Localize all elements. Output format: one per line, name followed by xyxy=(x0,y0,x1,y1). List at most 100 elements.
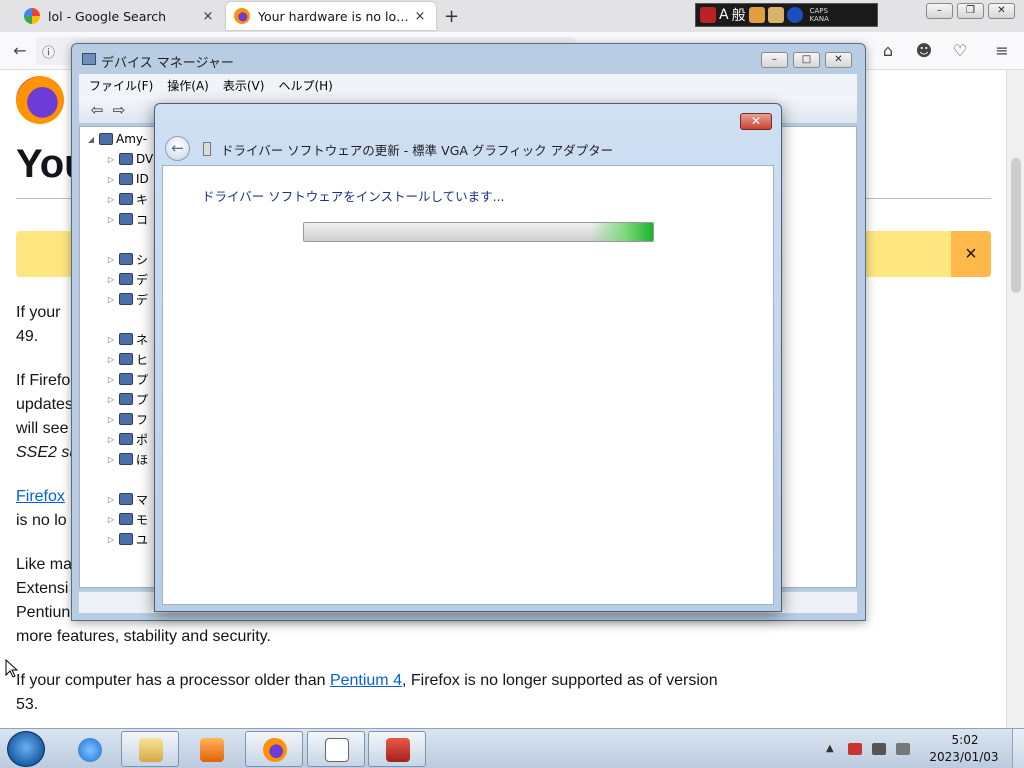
paragraph-text: If your computer has a processor older t… xyxy=(16,672,330,689)
clock-date[interactable]: 2023/01/03 xyxy=(924,750,1004,764)
tree-category-item[interactable]: ▷ プ xyxy=(106,369,148,389)
back-arrow-icon[interactable]: ← xyxy=(8,40,32,62)
paragraph-line: If Firefo xyxy=(16,372,71,389)
pocket-icon[interactable]: ♡ xyxy=(948,40,972,62)
ime-tools-icon[interactable] xyxy=(767,7,784,23)
ime-caps-label: CAPS xyxy=(809,7,828,15)
tree-category-item[interactable]: ▷ プ xyxy=(106,389,148,409)
pentium-4-link[interactable]: Pentium 4 xyxy=(330,672,402,689)
scrollbar-thumb[interactable] xyxy=(1011,158,1021,293)
action-center-icon[interactable] xyxy=(848,743,862,755)
tree-category-item[interactable]: ▷ デ xyxy=(106,289,148,309)
ime-mode-kanji[interactable]: 般 xyxy=(732,5,746,25)
expand-arrow-icon[interactable]: ▷ xyxy=(106,435,116,444)
expand-arrow-icon[interactable]: ▷ xyxy=(106,515,116,524)
expand-arrow-icon[interactable]: ◢ xyxy=(86,135,96,144)
show-desktop-button[interactable] xyxy=(1012,729,1024,768)
dm-forward-icon[interactable]: ⇨ xyxy=(105,102,133,120)
tree-category-item[interactable]: ▷ ほ xyxy=(106,449,148,469)
tree-root[interactable]: ◢ Amy- xyxy=(86,129,147,149)
tree-category-item[interactable]: ▷ キ xyxy=(106,189,148,209)
tree-category-label: ユ xyxy=(136,532,149,547)
menu-file[interactable]: ファイル(F) xyxy=(89,77,153,93)
device-category-icon xyxy=(119,413,133,425)
tree-category-item[interactable]: ▷ コ xyxy=(106,209,148,229)
expand-arrow-icon[interactable]: ▷ xyxy=(106,335,116,344)
tree-category-item[interactable]: ▷ ネ xyxy=(106,329,148,349)
volume-muted-icon[interactable] xyxy=(896,743,910,755)
device-category-icon xyxy=(119,453,133,465)
dialog-back-button[interactable]: ← xyxy=(165,136,190,161)
tab-close-icon[interactable]: × xyxy=(412,9,428,24)
tab-google-search[interactable]: lol - Google Search × xyxy=(16,2,224,30)
tree-category-item[interactable]: ▷ マ xyxy=(106,489,148,509)
taskbar-notepad[interactable] xyxy=(307,731,365,767)
expand-arrow-icon[interactable]: ▷ xyxy=(106,215,116,224)
tree-category-item[interactable]: ▷ DV xyxy=(106,149,153,169)
install-status-text: ドライバー ソフトウェアをインストールしています... xyxy=(202,189,505,204)
taskbar-media-player[interactable] xyxy=(182,731,240,767)
taskbar-windows-explorer[interactable] xyxy=(121,731,179,767)
new-tab-button[interactable]: + xyxy=(444,6,459,27)
tree-category-label: デ xyxy=(136,272,149,287)
ime-language-bar[interactable]: A 般 CAPS KANA xyxy=(695,3,878,27)
extension-face-icon[interactable]: ☻ xyxy=(912,40,936,62)
tree-category-item[interactable]: ▷ ポ xyxy=(106,429,148,449)
page-scrollbar[interactable] xyxy=(1006,70,1024,728)
browser-minimize-button[interactable]: – xyxy=(926,3,953,19)
ime-help-icon[interactable] xyxy=(786,7,803,23)
expand-arrow-icon[interactable]: ▷ xyxy=(106,355,116,364)
expand-arrow-icon[interactable]: ▷ xyxy=(106,155,116,164)
expand-arrow-icon[interactable]: ▷ xyxy=(106,375,116,384)
taskbar-internet-explorer[interactable] xyxy=(60,731,118,767)
expand-arrow-icon[interactable]: ▷ xyxy=(106,535,116,544)
device-category-icon xyxy=(119,293,133,305)
expand-arrow-icon[interactable]: ▷ xyxy=(106,195,116,204)
ime-input-mode[interactable]: A xyxy=(719,7,729,23)
expand-arrow-icon[interactable]: ▷ xyxy=(106,175,116,184)
browser-close-button[interactable]: ✕ xyxy=(988,3,1015,19)
tree-category-item[interactable]: ▷ ユ xyxy=(106,529,148,549)
expand-arrow-icon[interactable]: ▷ xyxy=(106,455,116,464)
device-category-icon xyxy=(119,533,133,545)
device-manager-title: デバイス マネージャー xyxy=(101,56,234,71)
taskbar-device-manager[interactable] xyxy=(368,731,426,767)
notice-close-button[interactable]: × xyxy=(951,231,991,277)
dm-minimize-button[interactable]: – xyxy=(761,52,788,68)
firefox-link[interactable]: Firefox xyxy=(16,485,65,509)
paragraph-text: , Firefox is no longer supported as of v… xyxy=(401,672,718,689)
menu-action[interactable]: 操作(A) xyxy=(167,77,209,93)
home-icon[interactable]: ⌂ xyxy=(876,40,900,62)
expand-arrow-icon[interactable]: ▷ xyxy=(106,495,116,504)
tree-category-item[interactable]: ▷ ID xyxy=(106,169,149,189)
clock-time[interactable]: 5:02 xyxy=(935,733,995,747)
dm-close-button[interactable]: ✕ xyxy=(825,52,852,68)
tree-category-item[interactable]: ▷ デ xyxy=(106,269,148,289)
network-icon[interactable] xyxy=(872,743,886,755)
menu-hamburger-icon[interactable]: ≡ xyxy=(990,40,1014,62)
tree-category-item[interactable]: ▷ シ xyxy=(106,249,148,269)
dialog-close-button[interactable]: ✕ xyxy=(740,113,772,130)
menu-help[interactable]: ヘルプ(H) xyxy=(278,77,332,93)
dm-maximize-button[interactable]: □ xyxy=(793,52,820,68)
progress-fill xyxy=(304,223,653,241)
tree-category-item[interactable]: ▷ モ xyxy=(106,509,148,529)
menu-view[interactable]: 表示(V) xyxy=(223,77,265,93)
tree-category-item[interactable]: ▷ ヒ xyxy=(106,349,148,369)
expand-arrow-icon[interactable]: ▷ xyxy=(106,415,116,424)
ime-dictionary-icon[interactable] xyxy=(748,7,765,23)
site-info-icon[interactable]: ⓘ xyxy=(42,42,55,61)
tree-category-label: ID xyxy=(136,172,149,186)
expand-arrow-icon[interactable]: ▷ xyxy=(106,295,116,304)
taskbar-firefox[interactable] xyxy=(245,731,303,767)
tray-show-hidden-icon[interactable]: ▲ xyxy=(826,743,834,754)
tree-category-item[interactable]: ▷ フ xyxy=(106,409,148,429)
tab-hardware-notice[interactable]: Your hardware is no lon... × xyxy=(226,2,436,30)
browser-maximize-button[interactable]: ❐ xyxy=(957,3,984,19)
expand-arrow-icon[interactable]: ▷ xyxy=(106,255,116,264)
ime-mic-icon[interactable] xyxy=(700,7,716,23)
expand-arrow-icon[interactable]: ▷ xyxy=(106,275,116,284)
start-button[interactable] xyxy=(7,731,45,767)
expand-arrow-icon[interactable]: ▷ xyxy=(106,395,116,404)
tab-close-icon[interactable]: × xyxy=(200,9,216,24)
